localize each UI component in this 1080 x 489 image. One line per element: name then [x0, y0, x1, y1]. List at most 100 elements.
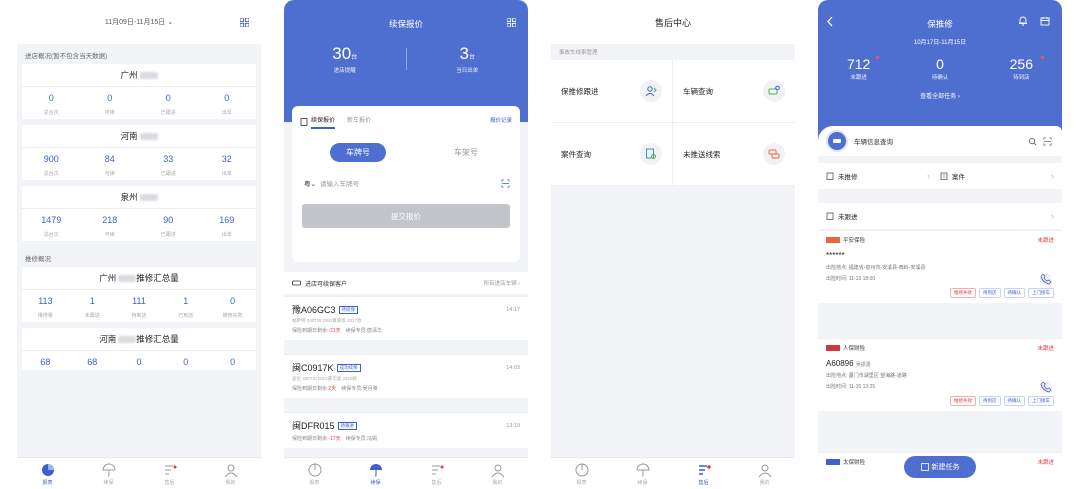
stat-value: 68: [40, 357, 51, 367]
stat-value: 1: [89, 296, 95, 306]
stat-untracked[interactable]: 712 未跟进: [818, 56, 899, 81]
action-button[interactable]: 上门接车: [1028, 288, 1054, 298]
stat-value: 113: [38, 296, 53, 306]
vehicle-search-bar[interactable]: 车辆信息查询: [818, 126, 1062, 156]
stat-label: 可续: [104, 110, 115, 116]
insurer-logo-icon: [826, 345, 840, 351]
stat-value: 0: [136, 357, 142, 367]
car-item[interactable]: 闽DFR015 待跟进 13:19 保险到期日剩余:-17天 续保专员:冯娟: [284, 412, 528, 448]
person-icon: [491, 464, 504, 477]
stat-value: 169: [219, 215, 235, 225]
renewal-screen: 续保报价 30台 进店提醒 3台 当日出单 续保报价 新车报价 报价记录 车牌号 车…: [284, 0, 528, 489]
submit-quote-button[interactable]: 提交报价: [302, 204, 510, 228]
tab-aftersales[interactable]: 售后: [139, 458, 200, 489]
stat-pending-arrival[interactable]: 256 待到店: [981, 56, 1062, 81]
grid-icon[interactable]: [240, 18, 249, 27]
tab-renewal[interactable]: 续保: [345, 458, 406, 489]
bell-icon[interactable]: [1018, 16, 1028, 26]
all-vehicles-link[interactable]: 所有进店车辆 ›: [484, 279, 520, 287]
view-all-tasks-link[interactable]: 查看全部任务 ›: [818, 91, 1062, 100]
repair-card-guangzhou: 广州 推修汇总量 113 推修量 1 未跟进 111 待到店 1 已到店 0 推修失败: [22, 267, 256, 322]
tab-profile[interactable]: 我的: [734, 458, 795, 489]
stat-value: 90: [163, 215, 174, 225]
store-card-guangzhou: 广州 0 总台次 0 可续 0 已跟进 0 出单: [22, 64, 256, 119]
lead-card[interactable]: 人保财险 未跟进 A60896 吴振勇 出险地点: 厦门市湖里区 望海路-道路 出…: [818, 338, 1062, 411]
action-button[interactable]: 待确认: [1003, 396, 1025, 406]
plate-input[interactable]: 请输入车牌号: [320, 178, 359, 188]
tab-bar: 报表 续保 售后 我的: [551, 457, 795, 489]
tab-report[interactable]: 报表: [17, 458, 78, 489]
action-button[interactable]: 待确认: [1003, 288, 1025, 298]
phone-icon[interactable]: [1040, 273, 1052, 285]
date-range-selector[interactable]: 11月09日-11月15日 ⌄: [105, 17, 173, 27]
feature-grid: 保推修跟进 车辆查询 案件查询 未推送线索: [551, 60, 795, 186]
store-overview-title: 进店概况(暂不包含当天数据): [25, 53, 108, 60]
action-button[interactable]: 上门接车: [1028, 396, 1054, 406]
stat-label: 出单: [221, 232, 232, 238]
grid-icon[interactable]: [507, 18, 516, 27]
status-badge: 未跟进: [1037, 346, 1054, 352]
person-icon: [224, 464, 237, 477]
stat-value: 0: [230, 296, 236, 306]
segment-plate[interactable]: 车牌号: [330, 143, 386, 162]
stat-label: 未跟进: [84, 313, 100, 319]
stat-value: 0: [107, 93, 113, 103]
repair-overview-title: 推修概况: [25, 256, 51, 263]
tab-renewal-quote[interactable]: 续保报价: [311, 115, 336, 129]
action-button[interactable]: 推修失败: [950, 396, 976, 406]
phone-icon[interactable]: [1040, 381, 1052, 393]
stat-label: 总台次: [43, 110, 59, 116]
scan-icon[interactable]: [501, 179, 510, 188]
tab-report[interactable]: 报表: [284, 458, 345, 489]
tab-bar: 报表 续保 售后 我的: [17, 457, 261, 489]
store-city: 广州: [120, 70, 138, 80]
case-search-icon: [646, 148, 656, 159]
scan-icon[interactable]: [1043, 137, 1052, 146]
province-select[interactable]: 粤⌄: [304, 178, 316, 188]
document-icon: [300, 118, 308, 126]
stat-pending-confirm[interactable]: 0 待确认: [899, 56, 980, 81]
untracked-repair-link[interactable]: 未推修 ›: [826, 171, 940, 181]
stat-today-issued[interactable]: 3台 当日出单: [407, 44, 529, 74]
stat-value: 32: [221, 154, 232, 164]
tab-aftersales[interactable]: 售后: [673, 458, 734, 489]
tab-profile[interactable]: 我的: [467, 458, 528, 489]
case-link[interactable]: 案件 ›: [940, 171, 1054, 181]
pending-follow-row[interactable]: 未跟进 ›: [818, 203, 1062, 229]
search-icon[interactable]: [1028, 137, 1037, 146]
new-task-button[interactable]: 新建任务: [904, 456, 976, 478]
tab-renewal[interactable]: 续保: [612, 458, 673, 489]
unpushed-leads-entry[interactable]: 未推送线索: [673, 123, 795, 186]
repair-followup-entry[interactable]: 保推修跟进: [551, 60, 673, 123]
action-button[interactable]: 推修失败: [950, 288, 976, 298]
stat-label: 已跟进: [160, 110, 176, 116]
chart-pie-icon: [575, 463, 588, 476]
stat-value: 1: [183, 296, 189, 306]
action-button[interactable]: 待到店: [979, 288, 1001, 298]
vehicle-query-entry[interactable]: 车辆查询: [673, 60, 795, 123]
tab-new-car-quote[interactable]: 新车报价: [347, 115, 371, 129]
quote-card: 续保报价 新车报价 报价记录 车牌号 车架号 粤⌄ 请输入车牌号 提交报价: [292, 106, 520, 262]
repair-screen: 保推修 10月17日-11月15日 712 未跟进 0 待确认 256 待到店 查看全…: [818, 0, 1062, 489]
date-range[interactable]: 10月17日-11月15日: [818, 37, 1062, 46]
masked-text: [139, 194, 158, 202]
calendar-icon[interactable]: [1040, 16, 1050, 26]
lead-card[interactable]: 平安保险 未跟进 ****** 出险地点: 福建省-泉州市-安溪县-西岭-安溪县 …: [818, 230, 1062, 303]
car-item[interactable]: 豫A06GC3 待续保 14:17 帕萨特 330TSI DSG尊荣版 2017款 …: [284, 296, 528, 340]
aftersales-screen: 售后中心 事故车线索管理 保推修跟进 车辆查询 案件查询 未推送线索 报表 续保…: [551, 0, 795, 489]
stat-store-reminder[interactable]: 30台 进店提醒: [284, 44, 406, 74]
stat-value: 68: [87, 357, 98, 367]
tab-aftersales[interactable]: 售后: [406, 458, 467, 489]
car-item[interactable]: 闽C0917K 成功续保 14:03 途岳 330TSI DSG豪华版 2019款 …: [284, 354, 528, 398]
stat-label: 出单: [221, 110, 232, 116]
tab-renewal[interactable]: 续保: [78, 458, 139, 489]
stat-label: 总台次: [43, 171, 59, 177]
segment-vin[interactable]: 车架号: [454, 147, 478, 158]
tab-profile[interactable]: 我的: [200, 458, 261, 489]
action-button[interactable]: 待到店: [979, 396, 1001, 406]
back-icon[interactable]: [826, 16, 834, 27]
quote-record-link[interactable]: 报价记录: [490, 116, 512, 129]
stat-label: 可续: [104, 232, 115, 238]
tab-report[interactable]: 报表: [551, 458, 612, 489]
case-query-entry[interactable]: 案件查询: [551, 123, 673, 186]
